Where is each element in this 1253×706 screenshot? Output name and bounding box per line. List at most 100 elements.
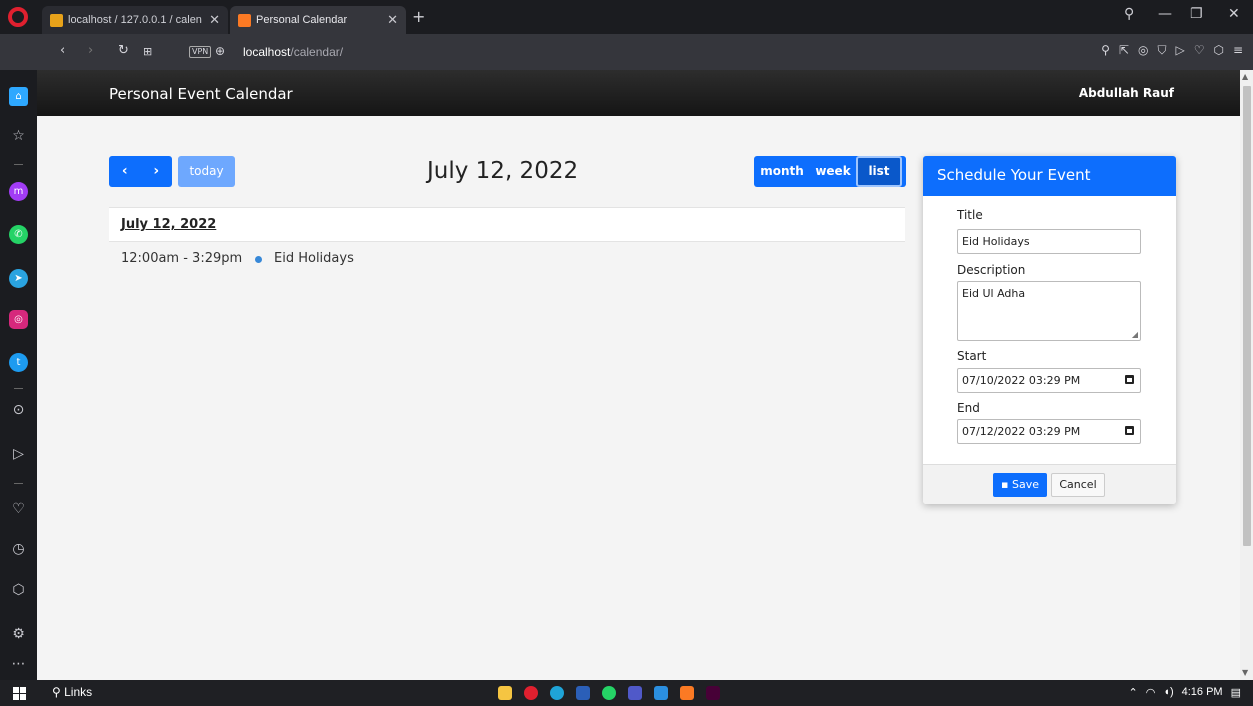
panel-title: Schedule Your Event — [923, 156, 1176, 196]
close-window-icon[interactable]: ✕ — [1228, 6, 1240, 22]
history-icon[interactable]: ◷ — [9, 540, 28, 559]
new-tab-icon[interactable]: + — [412, 7, 425, 26]
view-switcher: month week list — [754, 156, 906, 187]
resize-handle-icon[interactable]: ◢ — [1132, 330, 1138, 339]
cancel-button[interactable]: Cancel — [1051, 473, 1105, 497]
view-week-button[interactable]: week — [810, 156, 856, 187]
heart-icon[interactable]: ♡ — [1194, 43, 1205, 58]
page-viewport: Personal Event Calendar Abdullah Rauf ‹ … — [37, 70, 1240, 680]
vpn-badge[interactable]: VPN — [189, 46, 212, 58]
today-button[interactable]: today — [178, 156, 235, 187]
bookmarks-icon[interactable]: ☆ — [9, 127, 28, 146]
chevron-left-icon[interactable]: ‹ — [109, 156, 141, 187]
whatsapp-icon[interactable] — [602, 686, 616, 700]
search-page-icon[interactable]: ⚲ — [1101, 43, 1110, 58]
page-scrollbar[interactable]: ▲ ▼ — [1240, 70, 1253, 680]
address-bar[interactable]: localhost/calendar/ — [243, 45, 343, 59]
list-item[interactable]: 12:00am - 3:29pm Eid Holidays — [109, 242, 905, 276]
settings-icon[interactable]: ⚙ — [9, 625, 28, 644]
taskbar-search[interactable]: ⚲ Links — [52, 685, 92, 699]
view-month-button[interactable]: month — [754, 156, 810, 187]
tab-close-icon[interactable]: ✕ — [209, 12, 220, 28]
snapshot-icon[interactable]: ◎ — [1138, 43, 1148, 58]
extensions-icon[interactable]: ⬡ — [9, 581, 28, 600]
minimize-icon[interactable]: — — [1158, 6, 1172, 22]
user-name[interactable]: Abdullah Rauf — [1079, 86, 1174, 100]
list-day-link[interactable]: July 12, 2022 — [121, 217, 216, 232]
tray-chevron-icon[interactable]: ⌃ — [1128, 686, 1137, 699]
xampp-icon[interactable] — [680, 686, 694, 700]
twitter-icon[interactable]: t — [9, 353, 28, 372]
shield-icon[interactable]: ⛉ — [1157, 43, 1166, 58]
browser-toolbar: ‹ › ↻ ⊞ VPN ⊕ localhost/calendar/ ⚲ ⇱ ◎ … — [0, 34, 1253, 70]
url-host: localhost — [243, 45, 291, 59]
back-icon[interactable]: ‹ — [60, 43, 65, 58]
sidebar-divider — [14, 483, 23, 484]
panel-footer: ▪ Save Cancel — [923, 464, 1176, 504]
opera-icon[interactable] — [524, 686, 538, 700]
workspace-icon[interactable]: ⌂ — [9, 87, 28, 106]
title-input[interactable]: Eid Holidays — [957, 229, 1141, 254]
tab-personal-calendar[interactable]: Personal Calendar ✕ — [230, 6, 406, 34]
url-path: /calendar/ — [290, 45, 344, 59]
calendar-picker-icon[interactable] — [1125, 426, 1134, 435]
event-dot-icon — [255, 256, 262, 263]
more-icon[interactable]: ⋯ — [9, 655, 28, 674]
end-datetime-input[interactable]: 07/12/2022 03:29 PM — [957, 419, 1141, 444]
search-tabs-icon[interactable]: ⚲ — [1124, 6, 1134, 22]
tab-close-icon[interactable]: ✕ — [387, 12, 398, 28]
word-icon[interactable] — [576, 686, 590, 700]
site-title: Personal Event Calendar — [109, 85, 293, 103]
title-label: Title — [957, 208, 983, 222]
start-label: Start — [957, 349, 987, 363]
reload-icon[interactable]: ↻ — [118, 43, 129, 58]
heart-icon[interactable]: ♡ — [9, 500, 28, 519]
windows-start-icon[interactable] — [13, 687, 26, 700]
schedule-event-panel: Schedule Your Event Title Eid Holidays D… — [923, 156, 1176, 504]
notifications-icon[interactable]: ▤ — [1231, 686, 1241, 699]
description-label: Description — [957, 263, 1026, 277]
flow-icon[interactable]: ▷ — [1175, 43, 1184, 58]
view-list-button[interactable]: list — [856, 156, 902, 187]
save-label: Save — [1011, 478, 1039, 491]
volume-icon[interactable]: ◖) — [1163, 686, 1173, 699]
chevron-right-icon[interactable]: › — [141, 156, 173, 187]
share-icon[interactable]: ⇱ — [1119, 43, 1129, 58]
messenger-icon[interactable]: m — [9, 182, 28, 201]
scroll-thumb[interactable] — [1243, 86, 1251, 546]
taskbar-clock[interactable]: 4:16 PM — [1182, 686, 1223, 699]
system-tray: ⌃ ◠ ◖) 4:16 PM ▤ — [1128, 686, 1241, 699]
tab-phpmyadmin[interactable]: localhost / 127.0.0.1 / calen ✕ — [42, 6, 228, 34]
scroll-up-icon[interactable]: ▲ — [1242, 72, 1248, 81]
flow-icon[interactable]: ▷ — [9, 445, 28, 464]
telegram-icon[interactable]: ➤ — [9, 269, 28, 288]
end-value: 07/12/2022 03:29 PM — [962, 425, 1081, 438]
save-icon: ▪ — [1001, 478, 1012, 491]
wallet-icon[interactable]: ⬡ — [1213, 43, 1223, 58]
tab-label: localhost / 127.0.0.1 / calen — [68, 14, 202, 26]
calendar-picker-icon[interactable] — [1125, 375, 1134, 384]
start-datetime-input[interactable]: 07/10/2022 03:29 PM — [957, 368, 1141, 393]
easy-setup-icon[interactable]: ≡ — [1233, 43, 1243, 58]
edge-icon[interactable] — [550, 686, 564, 700]
site-info-icon[interactable]: ⊕ — [215, 44, 225, 58]
save-button[interactable]: ▪ Save — [993, 473, 1047, 497]
speed-dial-icon[interactable]: ⊞ — [143, 45, 152, 58]
instagram-icon[interactable]: ◎ — [9, 310, 28, 329]
teams-icon[interactable] — [628, 686, 642, 700]
file-explorer-icon[interactable] — [498, 686, 512, 700]
start-value: 07/10/2022 03:29 PM — [962, 374, 1081, 387]
panel-body: Title Eid Holidays Description Eid Ul Ad… — [923, 196, 1176, 464]
calendar-title: July 12, 2022 — [427, 158, 579, 184]
opera-menu-icon[interactable] — [8, 7, 28, 27]
address-bar-actions: ⚲ ⇱ ◎ ⛉ ▷ ♡ ⬡ ≡ — [1101, 43, 1243, 58]
restore-icon[interactable]: ❐ — [1190, 6, 1203, 22]
whatsapp-icon[interactable]: ✆ — [9, 225, 28, 244]
forward-icon[interactable]: › — [88, 43, 93, 58]
vscode-icon[interactable] — [654, 686, 668, 700]
wifi-icon[interactable]: ◠ — [1146, 686, 1156, 699]
player-icon[interactable]: ⊙ — [9, 401, 28, 420]
description-textarea[interactable]: Eid Ul Adha ◢ — [957, 281, 1141, 341]
dreamweaver-icon[interactable] — [706, 686, 720, 700]
scroll-down-icon[interactable]: ▼ — [1242, 668, 1248, 677]
